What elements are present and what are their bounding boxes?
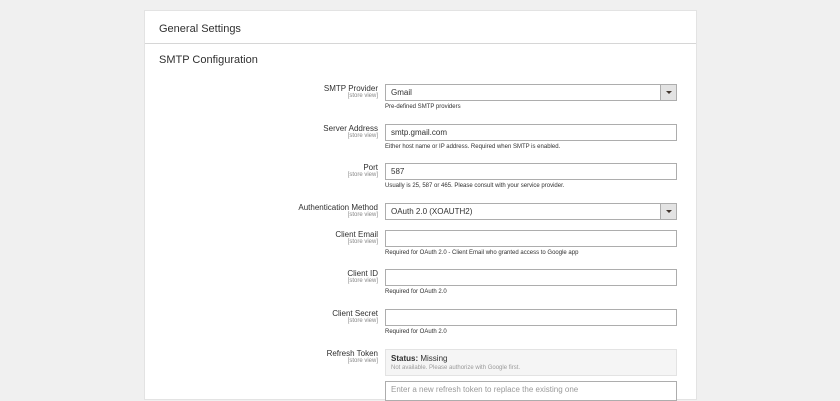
refresh-token-textarea[interactable]: Enter a new refresh token to replace the… bbox=[385, 381, 677, 401]
field-label: Client Secret bbox=[332, 309, 378, 318]
field-label: Authentication Method bbox=[298, 203, 378, 212]
field-note: Required for OAuth 2.0 - Client Email wh… bbox=[385, 250, 579, 256]
status-value: Missing bbox=[420, 354, 448, 363]
port-input[interactable]: 587 bbox=[385, 163, 677, 180]
client-id-input[interactable] bbox=[385, 269, 677, 286]
field-note: Usually is 25, 587 or 465. Please consul… bbox=[385, 183, 565, 189]
smtp-provider-select[interactable]: Gmail bbox=[385, 84, 677, 101]
chevron-down-icon[interactable] bbox=[660, 85, 676, 100]
field-note: Either host name or IP address. Required… bbox=[385, 144, 561, 150]
status-note: Not available. Please authorize with Goo… bbox=[391, 365, 521, 371]
field-label: Client ID bbox=[347, 269, 378, 278]
label-group: Server Address [store view] bbox=[323, 124, 378, 139]
scope-label: [store view] bbox=[347, 133, 378, 139]
status-label: Status: bbox=[391, 354, 419, 363]
field-label: SMTP Provider bbox=[323, 84, 378, 93]
section-title[interactable]: General Settings bbox=[145, 11, 696, 44]
label-group: Authentication Method [store view] bbox=[298, 203, 378, 218]
scope-label: [store view] bbox=[347, 93, 378, 99]
scope-label: [store view] bbox=[347, 358, 378, 364]
field-note: Pre-defined SMTP providers bbox=[385, 104, 461, 110]
scope-label: [store view] bbox=[347, 278, 378, 284]
scope-label: [store view] bbox=[347, 318, 378, 324]
client-email-input[interactable] bbox=[385, 230, 677, 247]
settings-panel: General Settings SMTP Configuration SMTP… bbox=[144, 10, 697, 401]
scope-label: [store view] bbox=[347, 172, 378, 178]
field-label: Server Address bbox=[323, 124, 378, 133]
client-secret-input[interactable] bbox=[385, 309, 677, 326]
field-note: Required for OAuth 2.0 bbox=[385, 289, 447, 295]
chevron-down-icon[interactable] bbox=[660, 204, 676, 219]
scope-label: [store view] bbox=[347, 239, 378, 245]
field-label: Refresh Token bbox=[326, 349, 378, 358]
token-status-box: Status: Missing Not available. Please au… bbox=[385, 349, 677, 376]
subsection-title[interactable]: SMTP Configuration bbox=[145, 44, 696, 66]
field-label: Port bbox=[363, 163, 378, 172]
token-status: Status: Missing bbox=[391, 354, 671, 363]
label-group: Refresh Token [store view] bbox=[327, 349, 378, 364]
field-note: Required for OAuth 2.0 bbox=[385, 329, 447, 335]
label-group: SMTP Provider [store view] bbox=[324, 84, 378, 99]
field-label: Client Email bbox=[335, 230, 378, 239]
server-address-input[interactable]: smtp.gmail.com bbox=[385, 124, 677, 141]
auth-method-select[interactable]: OAuth 2.0 (XOAUTH2) bbox=[385, 203, 677, 220]
scope-label: [store view] bbox=[347, 212, 378, 218]
label-group: Client ID [store view] bbox=[347, 269, 378, 284]
select-value: Gmail bbox=[391, 88, 412, 97]
label-group: Client Secret [store view] bbox=[332, 309, 378, 324]
label-group: Port [store view] bbox=[348, 163, 378, 178]
select-value: OAuth 2.0 (XOAUTH2) bbox=[391, 207, 473, 216]
label-group: Client Email [store view] bbox=[335, 230, 378, 245]
